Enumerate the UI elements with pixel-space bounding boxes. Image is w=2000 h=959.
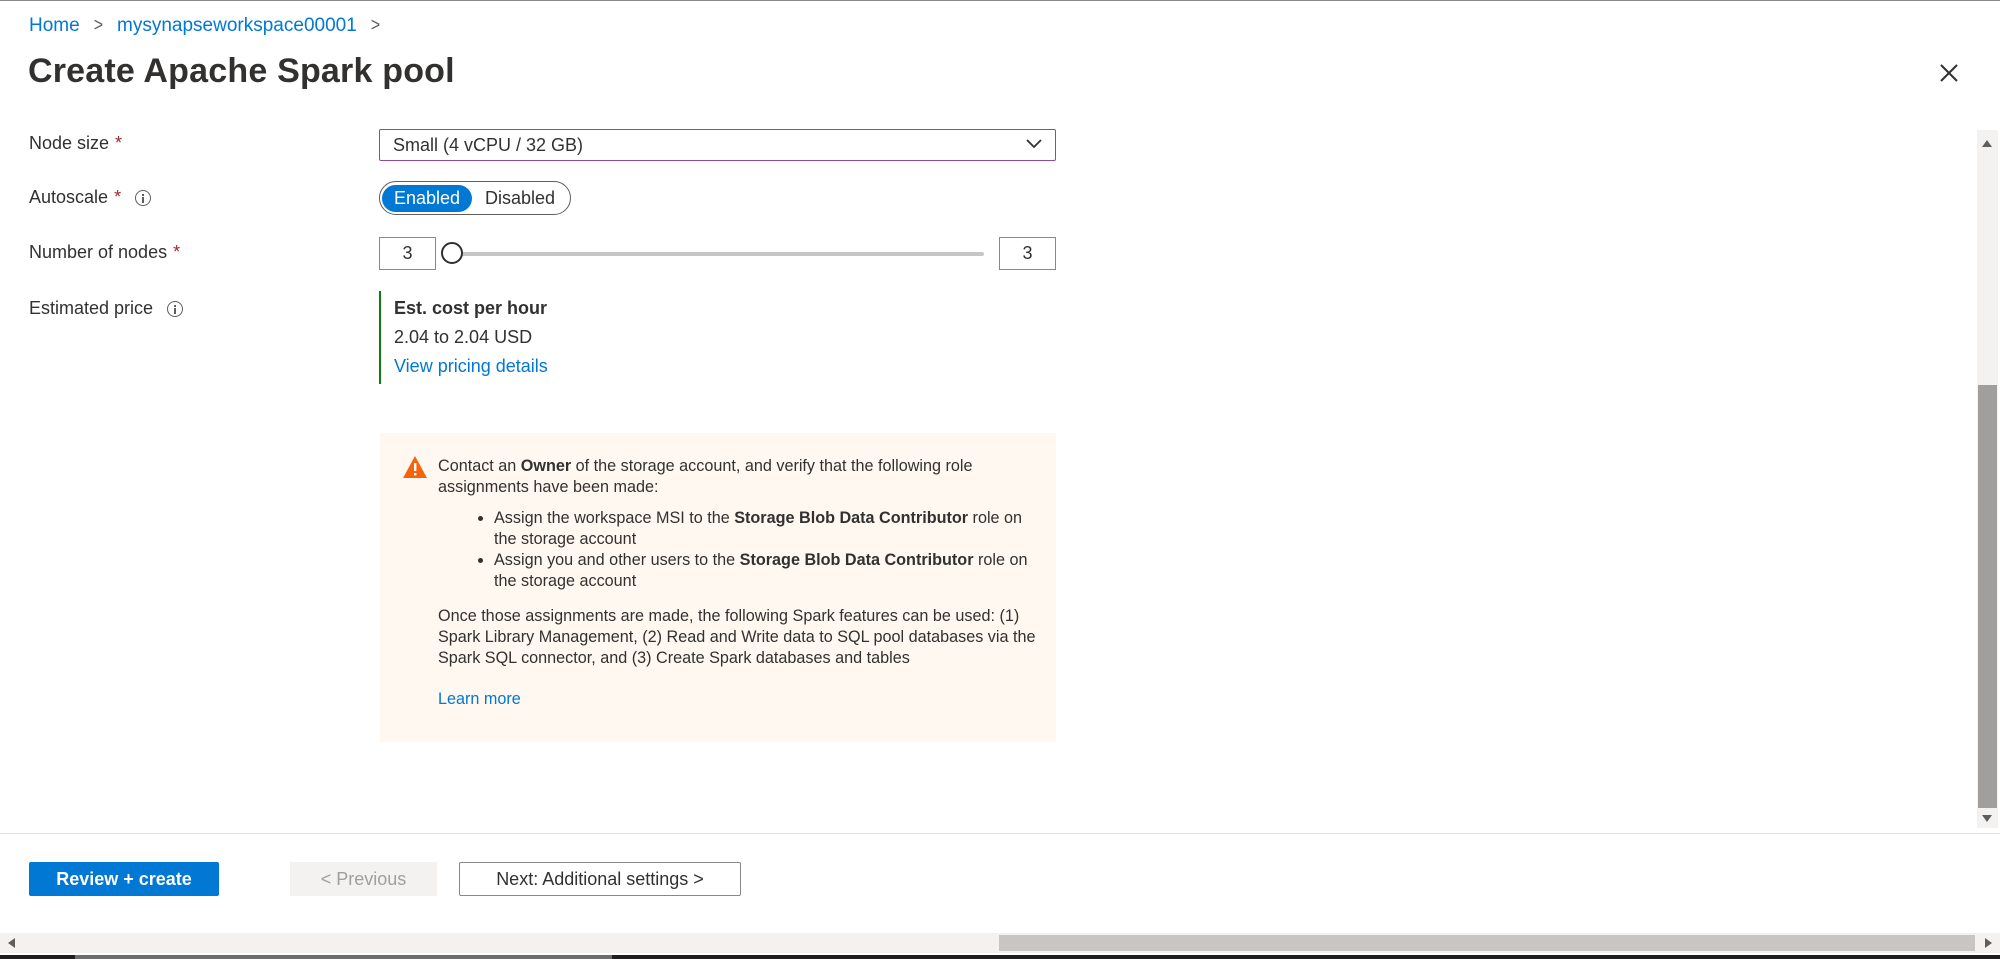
node-size-label: Node size * (29, 133, 122, 154)
view-pricing-details-link[interactable]: View pricing details (394, 356, 548, 377)
horizontal-scrollbar[interactable] (0, 933, 2000, 953)
estimated-price-label-text: Estimated price (29, 298, 154, 318)
scroll-right-icon[interactable] (1985, 938, 1992, 948)
list-item-bold: Storage Blob Data Contributor (739, 551, 974, 569)
list-item-text: Assign you and other users to the (494, 551, 740, 569)
node-size-label-text: Node size (29, 133, 110, 153)
node-size-dropdown[interactable]: Small (4 vCPU / 32 GB) (379, 129, 1056, 161)
estimated-price-label: Estimated price (29, 298, 184, 319)
scroll-up-icon[interactable] (1982, 140, 1992, 147)
price-summary: Est. cost per hour 2.04 to 2.04 USD View… (379, 291, 679, 384)
number-of-nodes-label: Number of nodes * (29, 242, 180, 263)
edge-segment (75, 955, 612, 959)
close-icon[interactable] (1934, 58, 1964, 88)
required-asterisk: * (115, 133, 123, 153)
min-nodes-input[interactable]: 3 (379, 237, 436, 270)
breadcrumb-separator: > (370, 15, 381, 36)
warning-intro-text: Contact an (438, 457, 521, 475)
scrollbar-thumb[interactable] (1978, 385, 1997, 808)
warning-icon (403, 456, 427, 478)
previous-button: < Previous (290, 862, 437, 896)
number-of-nodes-label-text: Number of nodes (29, 242, 168, 262)
list-item: Assign the workspace MSI to the Storage … (494, 508, 1038, 550)
learn-more-link[interactable]: Learn more (438, 689, 521, 710)
node-size-value: Small (4 vCPU / 32 GB) (393, 134, 584, 155)
chevron-down-icon (1026, 139, 1042, 149)
info-icon[interactable] (167, 300, 184, 317)
list-item-text: Assign the workspace MSI to the (494, 509, 735, 527)
warning-paragraph: Once those assignments are made, the fol… (438, 607, 1036, 667)
next-additional-settings-button[interactable]: Next: Additional settings > (459, 862, 741, 896)
edge-segment (612, 955, 2000, 959)
list-item: Assign you and other users to the Storag… (494, 550, 1038, 592)
nodes-slider-thumb[interactable] (441, 242, 463, 264)
scrollbar-thumb[interactable] (999, 935, 1975, 951)
warning-intro-bold: Owner (520, 457, 572, 475)
price-value: 2.04 to 2.04 USD (394, 327, 533, 347)
vertical-scrollbar[interactable] (1977, 130, 1998, 828)
max-nodes-input[interactable]: 3 (999, 237, 1056, 270)
footer-divider (0, 833, 2000, 834)
breadcrumb-home-link[interactable]: Home (29, 15, 80, 37)
breadcrumb-separator: > (93, 15, 104, 36)
warning-content: Contact an Owner of the storage account,… (438, 456, 1038, 710)
window-bottom-edge (0, 953, 2000, 959)
autoscale-enabled-option[interactable]: Enabled (382, 184, 472, 212)
breadcrumb-workspace-link[interactable]: mysynapseworkspace00001 (117, 15, 357, 37)
autoscale-toggle: Enabled Disabled (379, 181, 571, 215)
price-title: Est. cost per hour (394, 298, 548, 318)
required-asterisk: * (114, 187, 122, 207)
scroll-left-icon[interactable] (8, 938, 15, 948)
scroll-down-icon[interactable] (1982, 815, 1992, 822)
autoscale-disabled-option[interactable]: Disabled (472, 185, 568, 212)
window-top-border (0, 0, 2000, 1)
info-icon[interactable] (135, 189, 152, 206)
warning-message: Contact an Owner of the storage account,… (380, 433, 1056, 742)
required-asterisk: * (173, 242, 181, 262)
page-title: Create Apache Spark pool (28, 52, 455, 90)
warning-intro: Contact an Owner of the storage account,… (438, 456, 1038, 498)
breadcrumb: Home > mysynapseworkspace00001 > (29, 15, 394, 37)
nodes-slider-track[interactable] (452, 252, 984, 256)
autoscale-label: Autoscale * (29, 187, 152, 208)
list-item-bold: Storage Blob Data Contributor (734, 509, 969, 527)
edge-segment (0, 955, 75, 959)
autoscale-label-text: Autoscale (29, 187, 109, 207)
role-assignment-list: Assign the workspace MSI to the Storage … (438, 508, 1038, 592)
review-create-button[interactable]: Review + create (29, 862, 219, 896)
